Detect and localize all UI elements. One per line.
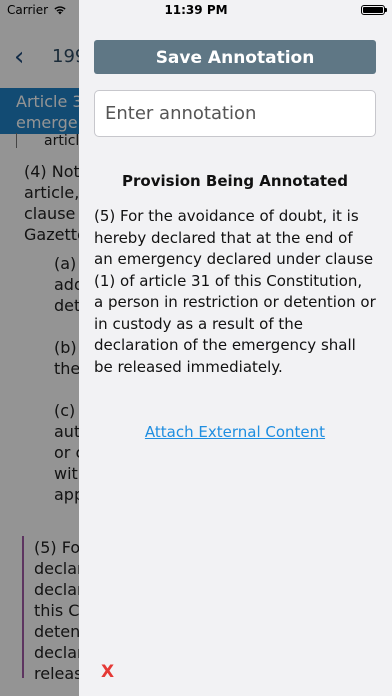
status-bar: Carrier 11:39 PM (0, 0, 392, 20)
attach-external-content-link[interactable]: Attach External Content (94, 423, 376, 441)
provision-text: (5) For the avoidance of doubt, it is he… (94, 207, 376, 376)
provision-heading: Provision Being Annotated (122, 172, 348, 190)
status-time: 11:39 PM (164, 3, 228, 17)
annotation-input[interactable] (94, 90, 376, 137)
save-annotation-button[interactable]: Save Annotation (94, 40, 376, 74)
close-icon[interactable]: X (101, 662, 114, 682)
battery-icon (361, 5, 387, 15)
annotation-panel: Save Annotation Provision Being Annotate… (79, 0, 392, 696)
